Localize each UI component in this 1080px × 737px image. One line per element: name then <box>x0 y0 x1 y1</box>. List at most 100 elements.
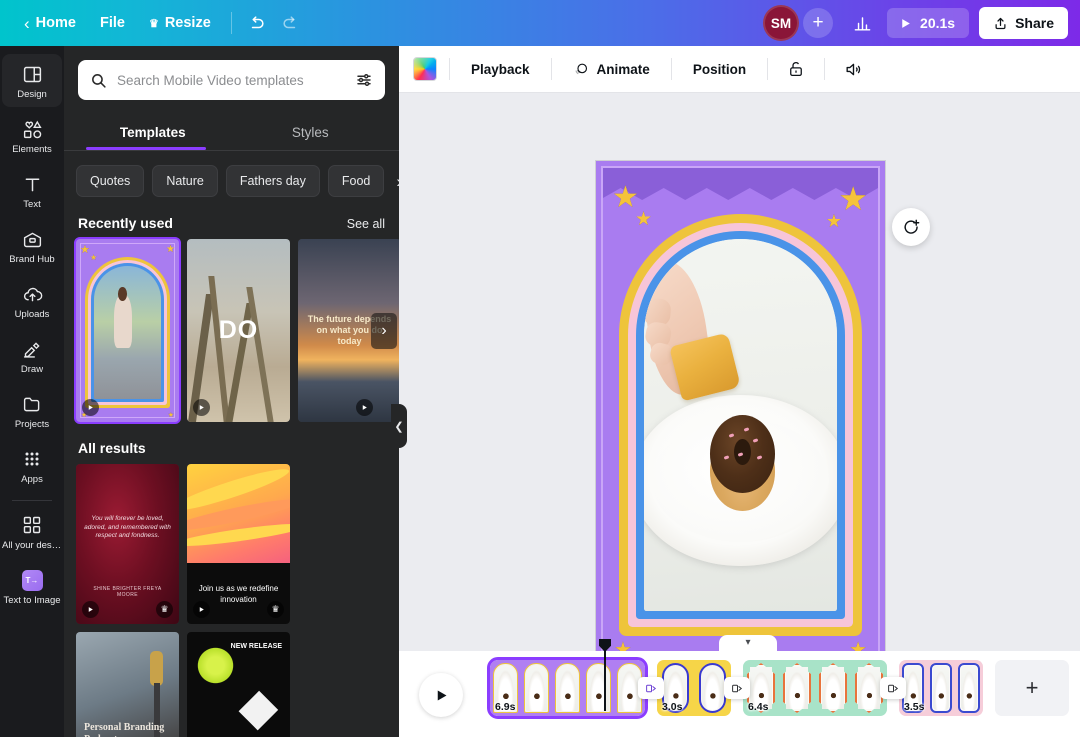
transition-button[interactable] <box>638 677 664 699</box>
timeline-clip[interactable]: 3.5s <box>899 660 983 716</box>
chocolate-donut <box>710 432 776 510</box>
sidebar-item-design[interactable]: Design <box>2 54 62 107</box>
chip-quotes[interactable]: Quotes <box>76 165 144 197</box>
brand-hub-icon <box>21 228 43 250</box>
file-menu-button[interactable]: File <box>88 9 137 37</box>
sidebar-item-all-your-designs[interactable]: All your desi… <box>2 505 62 558</box>
duration-label: 20.1s <box>920 15 955 31</box>
template-thumbnail[interactable]: ★ ★ ★ ★ ★ <box>76 239 179 422</box>
play-badge[interactable] <box>356 399 373 416</box>
home-label: Home <box>36 15 76 31</box>
timeline-collapse-button[interactable]: ▾ <box>719 635 777 653</box>
playhead-handle[interactable] <box>599 639 611 652</box>
volume-button[interactable] <box>837 53 869 85</box>
chip-nature[interactable]: Nature <box>152 165 218 197</box>
transition-icon <box>887 682 900 695</box>
sidebar-item-projects[interactable]: Projects <box>2 384 62 437</box>
donut-photo <box>644 239 837 611</box>
share-button[interactable]: Share <box>979 7 1068 39</box>
sidebar-item-text[interactable]: Text <box>2 164 62 217</box>
speaker-icon <box>844 60 863 79</box>
template-card[interactable]: Join us as we redefine innovation ♛ <box>187 464 290 624</box>
search-box[interactable] <box>78 60 385 100</box>
active-tab-underline <box>86 147 206 150</box>
chevron-right-icon[interactable]: › <box>392 173 399 190</box>
section-title: Recently used <box>78 215 173 231</box>
rainbow-color-swatch[interactable] <box>413 57 437 81</box>
template-card[interactable]: You will forever be loved, adored, and r… <box>76 464 179 624</box>
sidebar-item-elements[interactable]: Elements <box>2 109 62 162</box>
add-collaborator-button[interactable]: + <box>803 8 833 38</box>
folder-icon <box>21 393 43 415</box>
position-label: Position <box>693 62 746 77</box>
resize-button[interactable]: ♛ Resize <box>137 9 223 37</box>
toolbar-divider <box>231 12 232 34</box>
search-input[interactable] <box>117 73 345 88</box>
text-to-image-icon: T→ <box>21 569 43 591</box>
transition-button[interactable] <box>724 677 750 699</box>
text-icon <box>21 173 43 195</box>
arch-frame-outer <box>619 214 862 636</box>
search-icon <box>90 72 107 89</box>
redo-button[interactable] <box>274 6 308 40</box>
undo-button[interactable] <box>240 6 274 40</box>
canvas-area[interactable]: ★ ★ ★ ★ ★ ★ <box>399 93 1080 673</box>
plus-icon: + <box>812 12 823 34</box>
filter-sliders-icon[interactable] <box>355 71 373 89</box>
clip-frame <box>955 660 983 716</box>
panel-tabs: Templates Styles <box>64 114 399 150</box>
chip-food[interactable]: Food <box>328 165 385 197</box>
play-badge[interactable] <box>82 601 99 618</box>
sidebar-item-uploads[interactable]: Uploads <box>2 274 62 327</box>
animate-label: Animate <box>597 62 650 77</box>
transition-button[interactable] <box>880 677 906 699</box>
design-icon <box>21 63 43 85</box>
sidebar-item-apps[interactable]: Apps <box>2 439 62 492</box>
position-button[interactable]: Position <box>684 55 755 84</box>
design-frame: ★ ★ ★ ★ ★ ★ <box>601 166 880 672</box>
template-thumbnail[interactable]: DO <box>187 239 290 422</box>
playback-button[interactable]: Playback <box>462 55 539 84</box>
section-title: All results <box>78 440 146 456</box>
all-results-header: All results <box>64 422 399 464</box>
avatar[interactable]: SM <box>763 5 799 41</box>
clip-duration: 6.4s <box>748 701 768 713</box>
sidebar-item-text-to-image[interactable]: T→ Text to Image <box>2 560 62 613</box>
play-badge[interactable] <box>193 601 210 618</box>
template-card[interactable]: NEW RELEASE Let's <box>187 632 290 737</box>
play-badge[interactable] <box>193 399 210 416</box>
category-chips: Quotes Nature Fathers day Food › <box>64 151 399 197</box>
collapse-panel-handle[interactable]: ❮ <box>391 404 407 448</box>
play-badge[interactable] <box>82 399 99 416</box>
home-button[interactable]: ‹ Home <box>12 9 88 38</box>
timeline-clip[interactable]: 6.4s <box>743 660 887 716</box>
timeline-play-button[interactable] <box>419 673 463 717</box>
play-icon <box>87 606 94 613</box>
tab-styles[interactable]: Styles <box>232 114 390 150</box>
chip-fathers-day[interactable]: Fathers day <box>226 165 320 197</box>
add-page-button[interactable]: + <box>995 660 1069 716</box>
timeline-clip[interactable]: 3.0s <box>657 660 731 716</box>
recent-scroll-next-button[interactable]: › <box>371 313 397 349</box>
timeline-clip[interactable]: 6.9s <box>490 660 645 716</box>
insights-button[interactable] <box>845 6 879 40</box>
sidebar-item-draw[interactable]: Draw <box>2 329 62 382</box>
template-card[interactable]: Personal Branding Podcast ♛ <box>76 632 179 737</box>
transition-icon <box>645 682 658 695</box>
tab-templates[interactable]: Templates <box>74 114 232 150</box>
preview-play-button[interactable]: 20.1s <box>887 8 969 38</box>
play-icon <box>899 17 912 30</box>
clip-frame <box>583 660 614 716</box>
add-comment-button[interactable] <box>892 208 930 246</box>
template-caption: NEW RELEASE <box>231 642 282 651</box>
lock-button[interactable] <box>780 53 812 85</box>
crown-icon: ♛ <box>149 17 159 30</box>
clip-frame <box>552 660 583 716</box>
sidebar-item-brand-hub[interactable]: Brand Hub <box>2 219 62 272</box>
animate-button[interactable]: Animate <box>564 54 659 85</box>
arch-photo-window <box>644 239 837 611</box>
design-canvas[interactable]: ★ ★ ★ ★ ★ ★ <box>595 160 886 678</box>
see-all-link[interactable]: See all <box>347 217 385 231</box>
sidebar-item-label: All your desi… <box>2 540 62 551</box>
apps-grid-icon <box>21 448 43 470</box>
